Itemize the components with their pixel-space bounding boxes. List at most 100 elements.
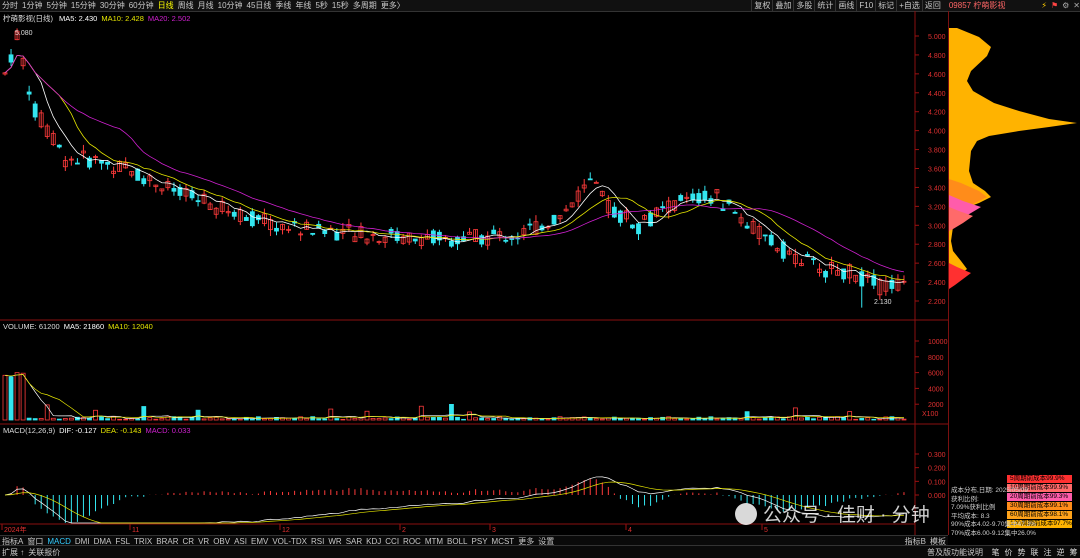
price-axis-label: 4.600 <box>928 72 946 79</box>
volume-bar <box>599 418 605 421</box>
candle-body <box>274 227 279 232</box>
period-tab-8[interactable]: 月线 <box>196 0 216 11</box>
ma20-label: MA20: 2.502 <box>147 14 191 23</box>
volume-bar <box>799 417 804 421</box>
side-mode-button-1[interactable]: 价 <box>1002 547 1015 558</box>
macd-axis-label: 0.000 <box>928 493 946 500</box>
watermark: 公众号 · 佳财 · 分钟 <box>735 500 930 527</box>
period-tab-0[interactable]: 分时 <box>0 0 20 11</box>
toolbar-button-2[interactable]: 多股 <box>793 0 814 11</box>
candle-body <box>322 230 328 234</box>
period-tab-2[interactable]: 5分钟 <box>44 0 68 11</box>
side-mode-button-4[interactable]: 注 <box>1041 547 1054 558</box>
period-tab-3[interactable]: 15分钟 <box>69 0 98 11</box>
side-mode-button-2[interactable]: 势 <box>1015 547 1028 558</box>
period-tab-7[interactable]: 周线 <box>176 0 196 11</box>
period-tab-6[interactable]: 日线 <box>156 0 176 11</box>
side-mode-button-6[interactable]: 筹 <box>1067 547 1080 558</box>
candle-body <box>690 193 696 201</box>
date-axis-label: 3 <box>492 527 496 534</box>
main-legend: 柠萌影视(日线) MA5: 2.430 MA10: 2.428 MA20: 2.… <box>3 13 190 24</box>
candle-body <box>527 223 533 226</box>
toolbar-button-5[interactable]: F10 <box>856 0 875 11</box>
settings-icon[interactable]: ⚙ <box>1062 1 1069 10</box>
volume-bar <box>690 418 696 421</box>
period-tab-13[interactable]: 5秒 <box>313 0 329 11</box>
vol-ma5-label: MA5: 21860 <box>63 322 105 331</box>
volume-bar <box>436 416 442 421</box>
period-tab-12[interactable]: 年线 <box>293 0 313 11</box>
volume-bar <box>237 418 243 421</box>
volume-bar <box>292 417 298 421</box>
volume-bar <box>376 418 382 421</box>
candle-body <box>491 229 497 235</box>
period-tab-16[interactable]: 更多〉 <box>379 0 407 11</box>
toolbar-button-6[interactable]: 标记 <box>875 0 896 11</box>
volume-axis-label: 6000 <box>928 371 944 378</box>
period-tab-11[interactable]: 季线 <box>273 0 293 11</box>
toolbar-button-8[interactable]: 返回 <box>921 0 943 11</box>
volume-bar <box>141 406 147 421</box>
close-icon[interactable]: ✕ <box>1073 1 1080 10</box>
volume-bar <box>334 418 340 421</box>
period-tab-9[interactable]: 10分钟 <box>216 0 245 11</box>
candle-body <box>503 239 509 242</box>
period-tab-4[interactable]: 30分钟 <box>98 0 127 11</box>
kline-chart[interactable]: 5.000 4.800 4.600 4.400 4.200 4.000 3.800 3.600… <box>0 11 948 535</box>
toolbar-button-3[interactable]: 统计 <box>814 0 835 11</box>
volume-bar <box>871 418 877 421</box>
feature-info-button[interactable]: 普及版功能说明 <box>925 547 985 558</box>
volume-bar <box>901 418 907 421</box>
candle-body <box>805 254 810 257</box>
volume-bar <box>449 404 454 421</box>
toolbar-button-4[interactable]: 画线 <box>835 0 856 11</box>
side-mode-button-5[interactable]: 逆 <box>1054 547 1067 558</box>
price-axis-label: 4.200 <box>928 110 946 117</box>
volume-bar <box>618 418 623 421</box>
volume-unit-label: X100 <box>922 411 938 418</box>
volume-bar <box>877 418 883 421</box>
volume-bar <box>304 418 310 421</box>
date-axis-label: 4 <box>628 527 632 534</box>
candle-body <box>8 54 14 63</box>
candle-body <box>56 144 62 148</box>
candle-body <box>593 181 599 184</box>
chip-stat-profit: 获利比例: <box>951 495 979 503</box>
volume-bar <box>20 372 26 421</box>
side-mode-button-0[interactable]: 笔 <box>989 547 1002 558</box>
volume-bar <box>262 418 267 421</box>
period-tab-14[interactable]: 15秒 <box>330 0 351 11</box>
volume-bar <box>744 411 750 421</box>
period-tab-5[interactable]: 60分钟 <box>127 0 156 11</box>
chip-stat-avg-cost: 平均成本: 8.3 <box>951 512 990 520</box>
volume-bar <box>310 416 316 421</box>
period-tab-15[interactable]: 多周期 <box>351 0 379 11</box>
flag-icon[interactable]: ⚑ <box>1051 1 1058 10</box>
related-quote-button[interactable]: 关联报价 <box>26 547 62 558</box>
volume-label: VOLUME: 61200 <box>3 322 60 331</box>
volume-bar <box>593 418 599 421</box>
candle-body <box>32 103 38 118</box>
toolbar-button-7[interactable]: +自选 <box>896 0 922 11</box>
volume-bar <box>352 417 358 421</box>
period-tab-1[interactable]: 1分钟 <box>20 0 44 11</box>
volume-bar <box>68 417 74 421</box>
toolbar-button-0[interactable]: 复权 <box>751 0 772 11</box>
macd-value: MACD: 0.033 <box>145 426 191 435</box>
date-axis-label: 11 <box>132 527 139 534</box>
chip-panel: 5周期前成本99.9% 10周期前成本99.9% 20周期前成本99.3% 30周期前… <box>948 11 1080 537</box>
macd-axis-label: 0.100 <box>928 479 946 486</box>
volume-bar <box>135 418 141 421</box>
volume-bar <box>780 418 786 421</box>
volume-bar <box>509 418 515 421</box>
period-tab-10[interactable]: 45日线 <box>245 0 274 11</box>
candle-body <box>231 211 237 217</box>
volume-axis-label: 2000 <box>928 402 944 409</box>
expand-button[interactable]: 扩展 ↑ <box>0 547 26 558</box>
candle-body <box>630 224 635 229</box>
price-axis-label: 2.800 <box>928 242 946 249</box>
side-mode-button-3[interactable]: 联 <box>1028 547 1041 558</box>
toolbar-button-1[interactable]: 叠加 <box>772 0 793 11</box>
lightning-icon[interactable]: ⚡ <box>1041 1 1047 10</box>
candle-body <box>412 238 418 242</box>
